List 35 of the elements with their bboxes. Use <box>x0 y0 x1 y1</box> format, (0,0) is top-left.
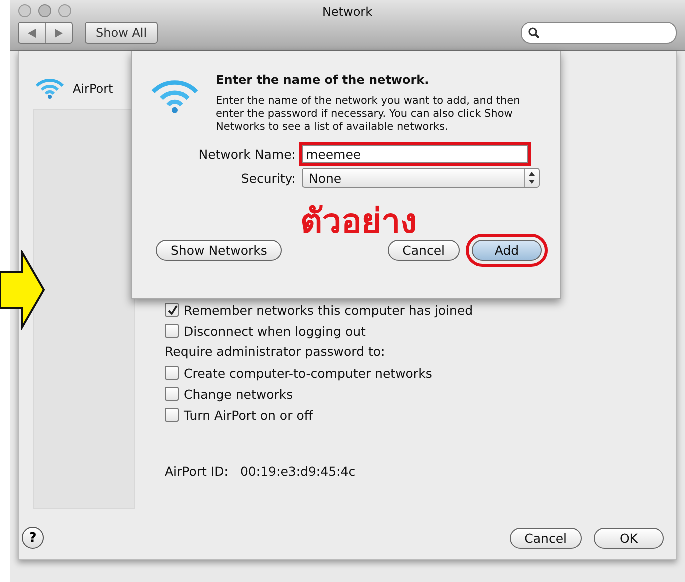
arrow-icon <box>0 250 46 330</box>
airport-id-label: AirPort ID: <box>165 464 228 479</box>
service-label: AirPort <box>73 82 114 96</box>
checkbox-label: Turn AirPort on or off <box>184 408 313 422</box>
network-name-field[interactable]: meemee <box>299 142 531 166</box>
checkbox[interactable] <box>165 303 179 317</box>
ok-button[interactable]: OK <box>594 528 664 548</box>
back-forward-control[interactable] <box>18 22 73 44</box>
checkbox[interactable] <box>165 408 179 422</box>
security-popup[interactable]: None <box>302 168 540 188</box>
dialog-title: Enter the name of the network. <box>216 73 430 87</box>
field-label: Security: <box>240 170 296 186</box>
dialog-button[interactable]: Cancel <box>388 240 460 261</box>
checkbox-label: Change networks <box>184 386 294 402</box>
help-button[interactable]: ? <box>22 527 44 549</box>
forward-icon[interactable] <box>55 28 63 38</box>
airport-id-value: 00:19:e3:d9:45:4c <box>240 464 356 479</box>
checkbox[interactable] <box>165 324 179 338</box>
section-label: Require administrator password to: <box>165 344 386 360</box>
show-all-button[interactable]: Show All <box>85 22 158 44</box>
dialog-message: Enter the name of the network you want to add, and then enter the password if necessary. You can also click Show Networks to see a list of available networks. <box>216 95 522 134</box>
dialog-button[interactable]: Show Networks <box>156 240 282 261</box>
wifi-icon <box>35 78 65 100</box>
checkbox[interactable] <box>165 387 179 401</box>
checkbox-label: Remember networks this computer has joined <box>184 302 474 318</box>
field-label: Network Name: <box>198 146 296 162</box>
search-icon <box>528 27 540 39</box>
checkbox-label: Disconnect when logging out <box>184 324 366 338</box>
search-field[interactable] <box>521 22 677 44</box>
annotation-text: ตัวอย่าง <box>300 201 418 234</box>
checkbox[interactable] <box>165 366 179 380</box>
cancel-button[interactable]: Cancel <box>510 528 582 548</box>
back-icon[interactable] <box>28 28 36 38</box>
checkbox-label: Create computer-to-computer networks <box>184 366 432 380</box>
window-title: Network <box>322 4 373 19</box>
